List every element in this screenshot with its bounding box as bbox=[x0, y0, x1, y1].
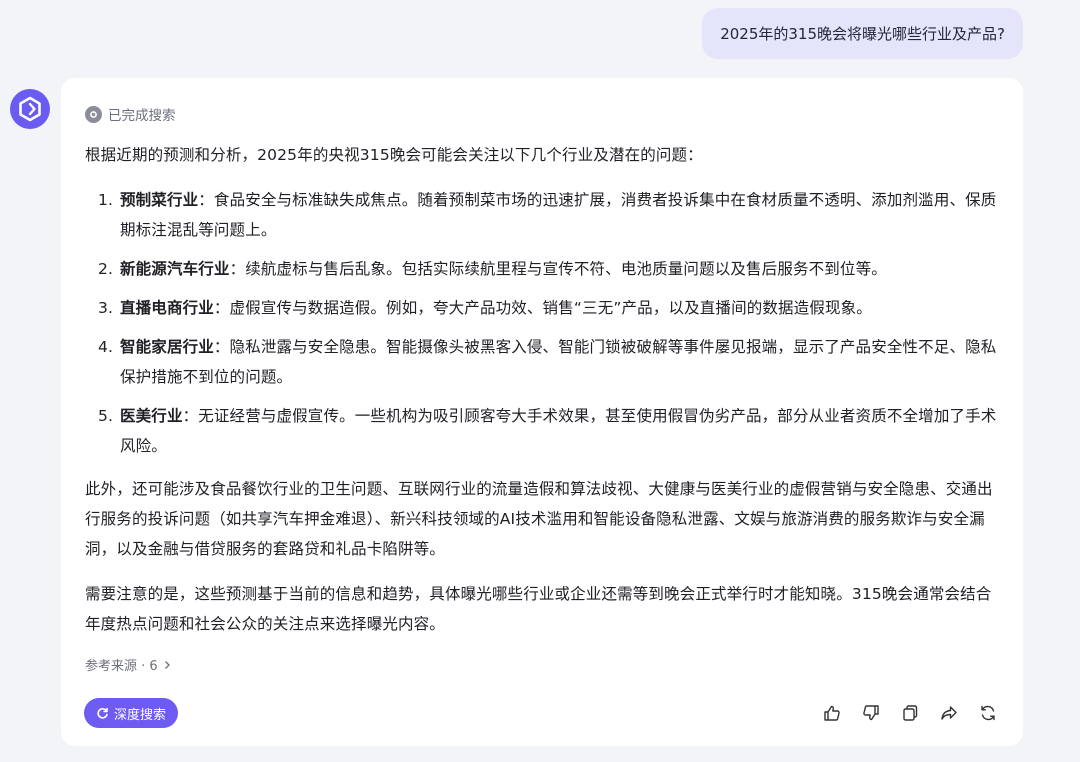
references-label: 参考来源 · 6 bbox=[85, 659, 158, 674]
list-item-body: ：隐私泄露与安全隐患。智能摄像头被黑客入侵、智能门锁被破解等事件屡见报端，显示了… bbox=[120, 338, 997, 386]
search-status-label: 已完成搜索 bbox=[108, 108, 176, 124]
search-status[interactable]: 已完成搜索 bbox=[85, 104, 176, 124]
answer-card: 已完成搜索 根据近期的预测和分析，2025年的央视315晚会可能会关注以下几个行… bbox=[61, 78, 1023, 746]
thumbs-down-icon[interactable] bbox=[860, 702, 882, 724]
list-item: 3. 直播电商行业：虚假宣传与数据造假。例如，夸大产品功效、销售“三无”产品，以及… bbox=[85, 293, 1005, 323]
list-item-body: ：续航虚标与售后乱象。包括实际续航里程与宣传不符、电池质量问题以及售后服务不到位… bbox=[229, 260, 887, 278]
list-item: 2. 新能源汽车行业：续航虚标与售后乱象。包括实际续航里程与宣传不符、电池质量问题… bbox=[85, 254, 1005, 284]
answer-intro: 根据近期的预测和分析，2025年的央视315晚会可能会关注以下几个行业及潜在的问… bbox=[85, 146, 703, 164]
list-item-title: 医美行业 bbox=[120, 407, 183, 425]
list-item-title: 预制菜行业 bbox=[120, 191, 199, 209]
list-item: 1. 预制菜行业：食品安全与标准缺失成焦点。随着预制菜市场的迅速扩展，消费者投诉集… bbox=[85, 185, 1005, 245]
assistant-avatar bbox=[10, 89, 50, 129]
search-done-icon bbox=[85, 105, 102, 123]
list-item-title: 直播电商行业 bbox=[120, 299, 214, 317]
assistant-logo-icon bbox=[19, 96, 41, 122]
industry-list: 1. 预制菜行业：食品安全与标准缺失成焦点。随着预制菜市场的迅速扩展，消费者投诉集… bbox=[85, 185, 1005, 461]
refresh-search-icon bbox=[97, 707, 108, 719]
user-message-bubble: 2025年的315晚会将曝光哪些行业及产品? bbox=[702, 8, 1023, 59]
answer-paragraph-additional: 此外，还可能涉及食品餐饮行业的卫生问题、互联网行业的流量造假和算法歧视、大健康与… bbox=[85, 480, 993, 558]
list-item: 4. 智能家居行业：隐私泄露与安全隐患。智能摄像头被黑客入侵、智能门锁被破解等事件… bbox=[85, 332, 1005, 392]
list-item-body: ：无证经营与虚假宣传。一些机构为吸引顾客夸大手术效果，甚至使用假冒伪劣产品，部分… bbox=[120, 407, 997, 455]
list-number: 4. bbox=[98, 338, 114, 356]
list-item-title: 智能家居行业 bbox=[120, 338, 214, 356]
thumbs-up-icon[interactable] bbox=[821, 702, 843, 724]
copy-icon[interactable] bbox=[899, 702, 921, 724]
answer-content: 根据近期的预测和分析，2025年的央视315晚会可能会关注以下几个行业及潜在的问… bbox=[85, 140, 1005, 639]
list-number: 2. bbox=[98, 260, 114, 278]
deep-search-label: 深度搜索 bbox=[114, 707, 167, 723]
chevron-right-icon bbox=[164, 660, 170, 669]
user-message-text: 2025年的315晚会将曝光哪些行业及产品? bbox=[720, 25, 1005, 43]
list-number: 5. bbox=[98, 407, 114, 425]
list-item: 5. 医美行业：无证经营与虚假宣传。一些机构为吸引顾客夸大手术效果，甚至使用假冒伪… bbox=[85, 401, 1005, 461]
regenerate-icon[interactable] bbox=[977, 702, 999, 724]
answer-paragraph-note: 需要注意的是，这些预测基于当前的信息和趋势，具体曝光哪些行业或企业还需等到晚会正… bbox=[85, 585, 992, 633]
answer-actions bbox=[821, 702, 999, 724]
list-item-body: ：食品安全与标准缺失成焦点。随着预制菜市场的迅速扩展，消费者投诉集中在食材质量不… bbox=[120, 191, 997, 239]
references-link[interactable]: 参考来源 · 6 bbox=[85, 655, 172, 674]
deep-search-button[interactable]: 深度搜索 bbox=[84, 698, 179, 728]
list-item-title: 新能源汽车行业 bbox=[120, 260, 230, 278]
list-number: 1. bbox=[98, 191, 114, 209]
list-number: 3. bbox=[98, 299, 114, 317]
list-item-body: ：虚假宣传与数据造假。例如，夸大产品功效、销售“三无”产品，以及直播间的数据造假… bbox=[213, 299, 872, 317]
share-icon[interactable] bbox=[938, 702, 960, 724]
